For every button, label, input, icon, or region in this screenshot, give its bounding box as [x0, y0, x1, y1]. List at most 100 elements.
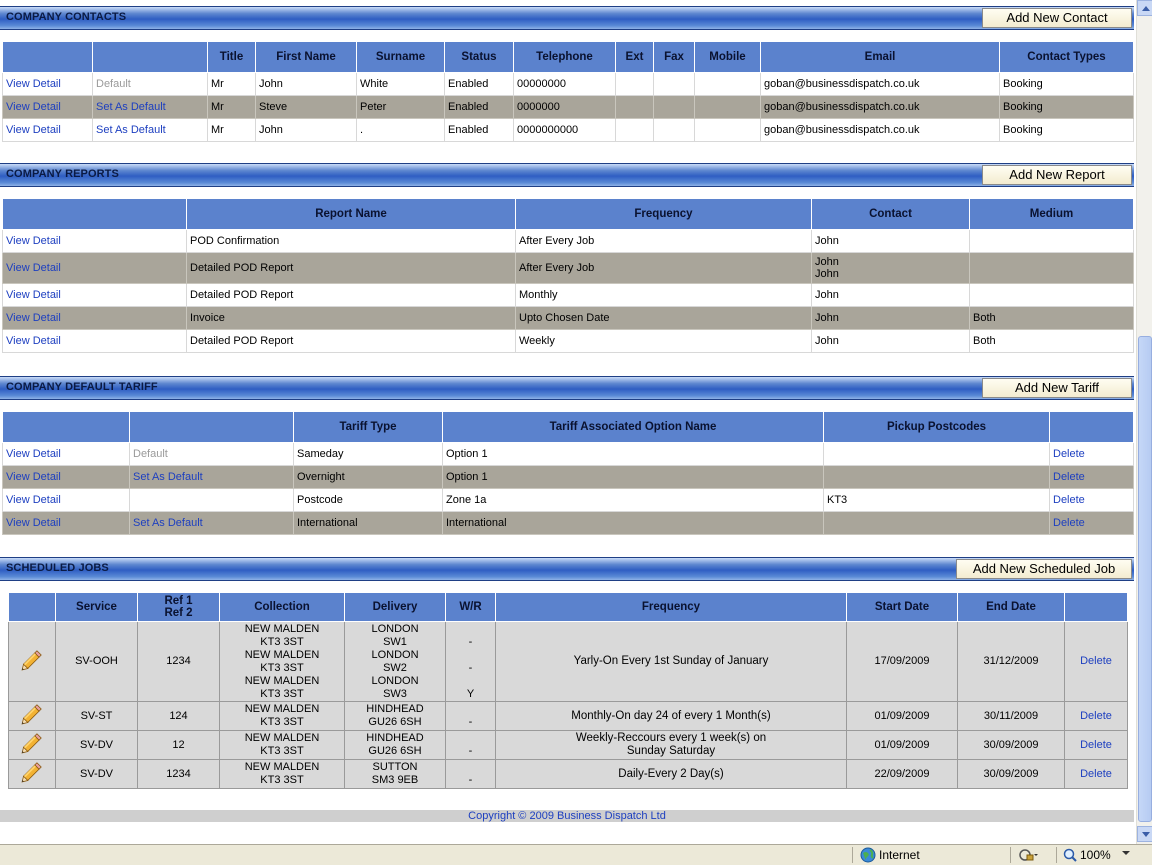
add-new-report-button[interactable]: Add New Report [982, 165, 1132, 185]
set-as-default-link[interactable]: Set As Default [129, 511, 294, 535]
view-detail-link[interactable]: View Detail [2, 252, 187, 284]
contacts-header-surname: Surname [356, 41, 445, 73]
delete-link[interactable]: Delete [1064, 730, 1128, 760]
view-detail-link[interactable]: View Detail [2, 329, 187, 353]
add-new-scheduled-job-button[interactable]: Add New Scheduled Job [956, 559, 1132, 579]
contacts-header-select [2, 41, 93, 73]
delete-link[interactable]: Delete [1064, 701, 1128, 731]
view-detail-link[interactable]: View Detail [2, 72, 93, 96]
jobs-header-end-date: End Date [957, 592, 1065, 622]
scroll-down-button[interactable] [1137, 826, 1152, 842]
report-name-cell: Detailed POD Report [186, 329, 516, 353]
delete-link[interactable]: Delete [1064, 621, 1128, 702]
contact-types-cell: Booking [999, 95, 1134, 119]
status-separator [1056, 847, 1057, 863]
jobs-header-ref2: Ref 2 [164, 607, 193, 619]
protected-mode-icon[interactable] [1018, 848, 1038, 862]
table-row: View Detail Set As Default International In… [2, 511, 1134, 535]
edit-job-button[interactable] [8, 621, 56, 702]
delete-link[interactable]: Delete [1049, 511, 1134, 535]
reports-header-select [2, 198, 187, 230]
collection-line: KT3 3ST [260, 635, 304, 648]
edit-job-button[interactable] [8, 730, 56, 760]
status-cell: Enabled [444, 95, 514, 119]
chevron-up-icon [1142, 6, 1150, 11]
fax-cell [653, 72, 695, 96]
magnifier-icon[interactable] [1063, 848, 1077, 862]
status-cell: Enabled [444, 118, 514, 142]
frequency-cell: Yarly-On Every 1st Sunday of January [495, 621, 847, 702]
view-detail-link[interactable]: View Detail [2, 95, 93, 119]
scroll-up-button[interactable] [1137, 0, 1152, 16]
view-detail-link[interactable]: View Detail [2, 306, 187, 330]
ext-cell [615, 72, 654, 96]
end-date-cell: 30/11/2009 [957, 701, 1065, 731]
delete-link[interactable]: Delete [1049, 488, 1134, 512]
collection-line: NEW MALDEN [244, 732, 320, 744]
delete-link[interactable]: Delete [1064, 759, 1128, 789]
view-detail-link[interactable]: View Detail [2, 488, 130, 512]
tariff-section-title: COMPANY DEFAULT TARIFF [6, 381, 158, 393]
delivery-cell: HINDHEAD GU26 6SH [344, 730, 446, 760]
delivery-cell: HINDHEAD GU26 6SH [344, 701, 446, 731]
contacts-header-first-name: First Name [255, 41, 357, 73]
zoom-level[interactable]: 100% [1080, 848, 1111, 862]
set-as-default-link[interactable]: Set As Default [92, 95, 208, 119]
edit-job-button[interactable] [8, 701, 56, 731]
delete-link[interactable]: Delete [1049, 465, 1134, 489]
table-row: View Detail Set As Default Overnight Option… [2, 465, 1134, 489]
chevron-down-icon[interactable] [1122, 851, 1130, 855]
tariffs-header-select [2, 411, 130, 443]
view-detail-link[interactable]: View Detail [2, 511, 130, 535]
telephone-cell: 00000000 [513, 72, 616, 96]
view-detail-link[interactable]: View Detail [2, 465, 130, 489]
jobs-header-service: Service [55, 592, 138, 622]
delivery-line: SW3 [383, 687, 407, 700]
view-detail-link[interactable]: View Detail [2, 229, 187, 253]
contacts-header-status: Status [444, 41, 514, 73]
security-zone-label: Internet [879, 848, 920, 862]
set-as-default-link[interactable]: Set As Default [129, 465, 294, 489]
tariff-type-cell: Postcode [293, 488, 443, 512]
edit-job-button[interactable] [8, 759, 56, 789]
wr-cell: - [445, 759, 496, 789]
scrollbar-thumb[interactable] [1138, 336, 1152, 822]
service-cell: SV-OOH [55, 621, 138, 702]
mobile-cell [694, 72, 761, 96]
vertical-scrollbar[interactable] [1136, 0, 1152, 844]
tariff-type-cell: Sameday [293, 442, 443, 466]
telephone-cell: 0000000000 [513, 118, 616, 142]
wr-value: - [468, 716, 473, 728]
collection-line: NEW MALDEN [244, 622, 320, 635]
add-new-tariff-button[interactable]: Add New Tariff [982, 378, 1132, 398]
reports-header-medium: Medium [969, 198, 1134, 230]
frequency-cell: After Every Job [515, 229, 812, 253]
view-detail-link[interactable]: View Detail [2, 118, 93, 142]
view-detail-link[interactable]: View Detail [2, 442, 130, 466]
page-content: COMPANY CONTACTS Add New Contact Title Fi… [0, 0, 1136, 844]
contact-cell: John [811, 229, 970, 253]
end-date-cell: 30/09/2009 [957, 730, 1065, 760]
default-label: Default [92, 72, 208, 96]
delete-link[interactable]: Delete [1049, 442, 1134, 466]
set-as-default-link[interactable]: Set As Default [92, 118, 208, 142]
medium-cell: Both [969, 329, 1134, 353]
tariff-section-header: COMPANY DEFAULT TARIFF Add New Tariff [0, 376, 1134, 400]
pickup-postcodes-cell: KT3 [823, 488, 1050, 512]
frequency-line: Sunday Saturday [626, 745, 716, 757]
delivery-line: GU26 6SH [368, 716, 422, 728]
fax-cell [653, 95, 695, 119]
delivery-line: LONDON [371, 622, 419, 635]
ext-cell [615, 95, 654, 119]
contact-title-cell: Mr [207, 118, 256, 142]
contact-cell: John [811, 306, 970, 330]
add-new-contact-button[interactable]: Add New Contact [982, 8, 1132, 28]
medium-cell [969, 229, 1134, 253]
surname-cell: Peter [356, 95, 445, 119]
delivery-line: SM3 9EB [371, 774, 419, 786]
ref-cell: 124 [137, 701, 220, 731]
default-label: Default [129, 442, 294, 466]
view-detail-link[interactable]: View Detail [2, 283, 187, 307]
collection-line: NEW MALDEN [244, 674, 320, 687]
table-row: View Detail Invoice Upto Chosen Date John Bo… [2, 306, 1134, 330]
